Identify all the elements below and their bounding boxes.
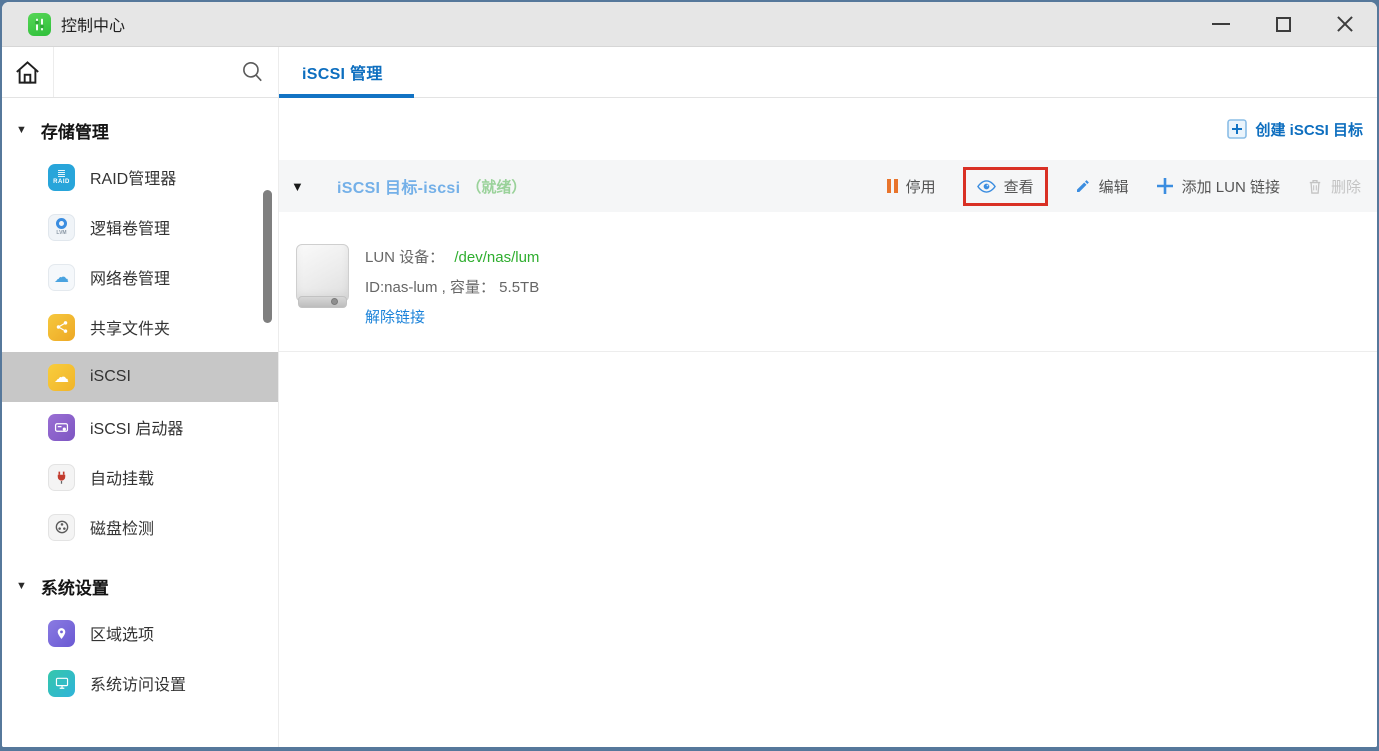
stop-button[interactable]: 停用: [887, 176, 936, 197]
close-icon: [1336, 15, 1354, 33]
network-volume-icon: ☁: [48, 264, 75, 291]
target-status-badge: （就绪）: [466, 176, 526, 197]
sidebar-item-label: 网络卷管理: [90, 265, 170, 289]
section-collapse-icon: ▼: [16, 124, 27, 136]
sidebar-item-label: 系统访问设置: [90, 671, 186, 695]
edit-button[interactable]: 编辑: [1075, 176, 1129, 197]
sidebar-item-label: 自动挂载: [90, 465, 154, 489]
sidebar-item-network-volume[interactable]: ☁ 网络卷管理: [2, 252, 278, 302]
header-row: iSCSI 管理: [2, 47, 1377, 98]
sidebar-item-label: 区域选项: [90, 621, 154, 645]
region-icon: [48, 620, 75, 647]
lun-device-line: LUN 设备： /dev/nas/lum: [365, 246, 539, 267]
trash-icon: [1307, 178, 1323, 195]
view-label: 查看: [1004, 176, 1034, 197]
section-system-settings[interactable]: ▼ 系统设置: [2, 564, 278, 608]
target-actions: 停用 查看: [887, 167, 1361, 206]
close-button[interactable]: [1335, 14, 1355, 34]
sidebar-item-disk-check[interactable]: 磁盘检测: [2, 502, 278, 552]
add-lun-label: 添加 LUN 链接: [1182, 176, 1280, 197]
body: ▼ 存储管理 ≣RAID RAID管理器 LVM 逻辑卷管理 ☁ 网络卷管理: [2, 98, 1377, 747]
create-button-label: 创建 iSCSI 目标: [1255, 119, 1363, 140]
section-collapse-icon: ▼: [16, 580, 27, 592]
target-title: iSCSI 目标-iscsi: [337, 174, 460, 198]
auto-mount-icon: [48, 464, 75, 491]
iscsi-initiator-icon: [48, 414, 75, 441]
maximize-button[interactable]: [1273, 14, 1293, 34]
minimize-icon: [1212, 23, 1230, 25]
raid-icon: ≣RAID: [48, 164, 75, 191]
toolbar: 创建 iSCSI 目标: [279, 98, 1377, 160]
tab-iscsi-management[interactable]: iSCSI 管理: [302, 60, 383, 84]
sidebar-item-auto-mount[interactable]: 自动挂载: [2, 452, 278, 502]
tab-bar: iSCSI 管理: [279, 47, 1377, 97]
sidebar-scrollbar[interactable]: [263, 190, 272, 323]
sidebar-item-iscsi[interactable]: ☁ iSCSI: [2, 352, 278, 402]
view-button-highlighted[interactable]: 查看: [963, 167, 1048, 206]
sidebar-item-label: RAID管理器: [90, 165, 176, 189]
lun-device-value: /dev/nas/lum: [454, 249, 539, 266]
search-box: [54, 47, 278, 97]
lvm-icon: LVM: [48, 214, 75, 241]
sidebar-item-shared-folder[interactable]: 共享文件夹: [2, 302, 278, 352]
control-center-app-icon: [28, 13, 51, 36]
window-controls: [1211, 14, 1355, 34]
stop-label: 停用: [906, 176, 936, 197]
sidebar-item-label: 共享文件夹: [90, 315, 170, 339]
minimize-button[interactable]: [1211, 14, 1231, 34]
sidebar-item-label: iSCSI: [90, 368, 131, 386]
pause-icon: [887, 179, 898, 193]
pencil-icon: [1075, 178, 1091, 194]
sidebar-item-label: 磁盘检测: [90, 515, 154, 539]
eye-icon: [977, 179, 996, 194]
edit-label: 编辑: [1099, 176, 1129, 197]
section-label: 存储管理: [41, 118, 109, 143]
empty-content-area: [279, 352, 1377, 747]
disk-check-icon: [48, 514, 75, 541]
home-button[interactable]: [2, 47, 54, 97]
sidebar-item-system-access[interactable]: 系统访问设置: [2, 658, 278, 708]
window-title: 控制中心: [61, 12, 125, 36]
main-panel: 创建 iSCSI 目标 ▼ iSCSI 目标-iscsi （就绪） 停用: [279, 98, 1377, 747]
active-tab-underline: [279, 94, 414, 98]
hard-drive-icon: [296, 244, 349, 308]
lun-id-capacity: ID:nas-lum , 容量： 5.5TB: [365, 276, 539, 297]
iscsi-target-row: ▼ iSCSI 目标-iscsi （就绪） 停用 查看: [279, 160, 1377, 212]
sidebar-item-iscsi-initiator[interactable]: iSCSI 启动器: [2, 402, 278, 452]
maximize-icon: [1276, 17, 1291, 32]
plus-icon: [1156, 177, 1174, 195]
section-storage-management[interactable]: ▼ 存储管理: [2, 108, 278, 152]
sidebar-item-label: iSCSI 启动器: [90, 415, 183, 439]
create-iscsi-target-button[interactable]: 创建 iSCSI 目标: [1227, 119, 1363, 140]
collapse-triangle-icon[interactable]: ▼: [291, 179, 311, 194]
shared-folder-icon: [48, 314, 75, 341]
lun-detail-row: LUN 设备： /dev/nas/lum ID:nas-lum , 容量： 5.…: [279, 212, 1377, 352]
plus-square-icon: [1227, 119, 1247, 139]
sidebar-header: [2, 47, 279, 97]
sidebar-item-label: 逻辑卷管理: [90, 215, 170, 239]
sidebar: ▼ 存储管理 ≣RAID RAID管理器 LVM 逻辑卷管理 ☁ 网络卷管理: [2, 98, 279, 747]
delete-button[interactable]: 删除: [1307, 176, 1361, 197]
home-icon: [14, 59, 41, 86]
titlebar: 控制中心: [2, 2, 1377, 47]
search-icon[interactable]: [239, 59, 265, 90]
delete-label: 删除: [1331, 176, 1361, 197]
lun-info: LUN 设备： /dev/nas/lum ID:nas-lum , 容量： 5.…: [365, 244, 539, 351]
sidebar-item-region-options[interactable]: 区域选项: [2, 608, 278, 658]
sidebar-item-logical-volume[interactable]: LVM 逻辑卷管理: [2, 202, 278, 252]
sidebar-item-raid-manager[interactable]: ≣RAID RAID管理器: [2, 152, 278, 202]
toggles-glyph: [32, 17, 47, 32]
unlink-button[interactable]: 解除链接: [365, 306, 425, 327]
control-center-window: 控制中心: [2, 2, 1377, 747]
add-lun-link-button[interactable]: 添加 LUN 链接: [1156, 176, 1280, 197]
lun-device-label: LUN 设备：: [365, 249, 444, 266]
system-access-icon: [48, 670, 75, 697]
iscsi-icon: ☁: [48, 364, 75, 391]
section-label: 系统设置: [41, 574, 109, 599]
